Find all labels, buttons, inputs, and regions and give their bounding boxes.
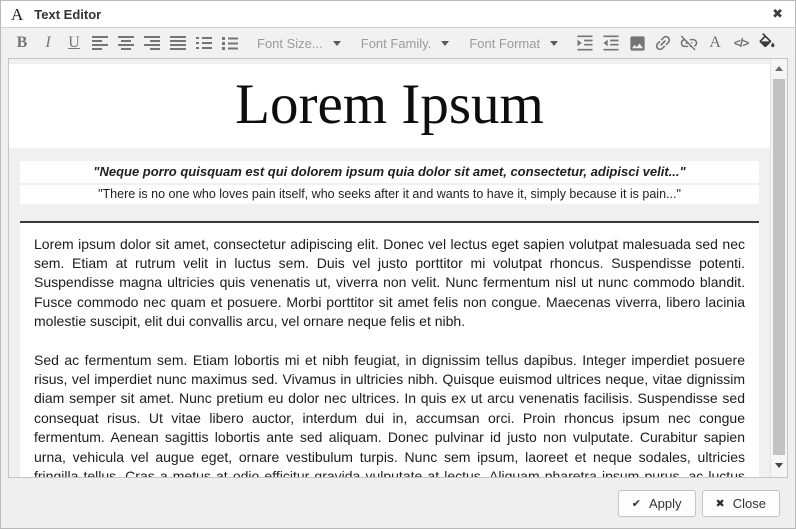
text-editor-font-icon: A [11,6,23,23]
italic-button[interactable]: I [35,30,61,56]
scrollbar-thumb[interactable] [773,79,785,455]
scroll-down-arrow[interactable] [771,458,787,473]
paint-bucket-icon [757,33,777,53]
font-format-label: Font Format [469,36,540,51]
titlebar: A Text Editor ✖ [1,1,795,28]
latin-quote: "Neque porro quisquam est qui dolorem ip… [20,161,759,183]
outdent-button[interactable] [598,30,624,56]
vertical-scrollbar[interactable] [770,59,787,477]
chevron-down-icon [550,41,558,46]
code-view-button[interactable]: </> [728,30,754,56]
dialog-footer: ✔ Apply ✖ Close [1,478,795,528]
chevron-down-icon [333,41,341,46]
insert-image-button[interactable] [624,30,650,56]
document-title: Lorem Ipsum [9,72,770,138]
fill-color-button[interactable] [754,30,780,56]
unordered-list-button[interactable] [217,30,243,56]
text-editor-dialog: A Text Editor ✖ B I U [0,0,796,529]
triangle-down-icon [775,463,783,468]
indent-icon [575,33,595,53]
body-text-block: Lorem ipsum dolor sit amet, consectetur … [20,221,759,477]
underline-button[interactable]: U [61,30,87,56]
english-quote: "There is no one who loves pain itself, … [20,185,759,204]
check-icon: ✔ [632,497,641,510]
close-button[interactable]: ✖ Close [702,490,780,517]
align-justify-icon [169,35,187,51]
close-button-label: Close [733,496,766,511]
ordered-list-button[interactable] [191,30,217,56]
chevron-down-icon [441,41,449,46]
close-icon[interactable]: ✖ [772,8,783,21]
link-button[interactable] [650,30,676,56]
align-center-icon [117,35,135,51]
dialog-title: Text Editor [34,7,101,22]
font-family-dropdown[interactable]: Font Family. [361,36,450,51]
unlink-icon [679,33,699,53]
font-color-button[interactable]: A [702,30,728,56]
font-size-label: Font Size... [257,36,323,51]
document-canvas[interactable]: Lorem Ipsum "Neque porro quisquam est qu… [9,59,770,477]
triangle-up-icon [775,66,783,71]
indent-button[interactable] [572,30,598,56]
align-center-button[interactable] [113,30,139,56]
editor-content-area: Lorem Ipsum "Neque porro quisquam est qu… [8,58,788,478]
paragraph: Sed ac fermentum sem. Etiam lobortis mi … [34,351,745,477]
unordered-list-icon [221,35,239,51]
link-icon [653,33,673,53]
unlink-button[interactable] [676,30,702,56]
align-right-icon [143,35,161,51]
font-format-dropdown[interactable]: Font Format [469,36,558,51]
apply-button[interactable]: ✔ Apply [618,490,696,517]
align-justify-button[interactable] [165,30,191,56]
formatting-toolbar: B I U [1,28,795,58]
x-icon: ✖ [716,497,725,510]
apply-button-label: Apply [649,496,682,511]
align-right-button[interactable] [139,30,165,56]
font-size-dropdown[interactable]: Font Size... [257,36,341,51]
align-left-button[interactable] [87,30,113,56]
bold-button[interactable]: B [9,30,35,56]
scroll-up-arrow[interactable] [771,61,787,76]
outdent-icon [601,33,621,53]
align-left-icon [91,35,109,51]
ordered-list-icon [195,35,213,51]
image-icon [628,34,647,53]
paragraph: Lorem ipsum dolor sit amet, consectetur … [34,235,745,332]
heading-block: Lorem Ipsum [9,64,770,148]
font-family-label: Font Family. [361,36,432,51]
